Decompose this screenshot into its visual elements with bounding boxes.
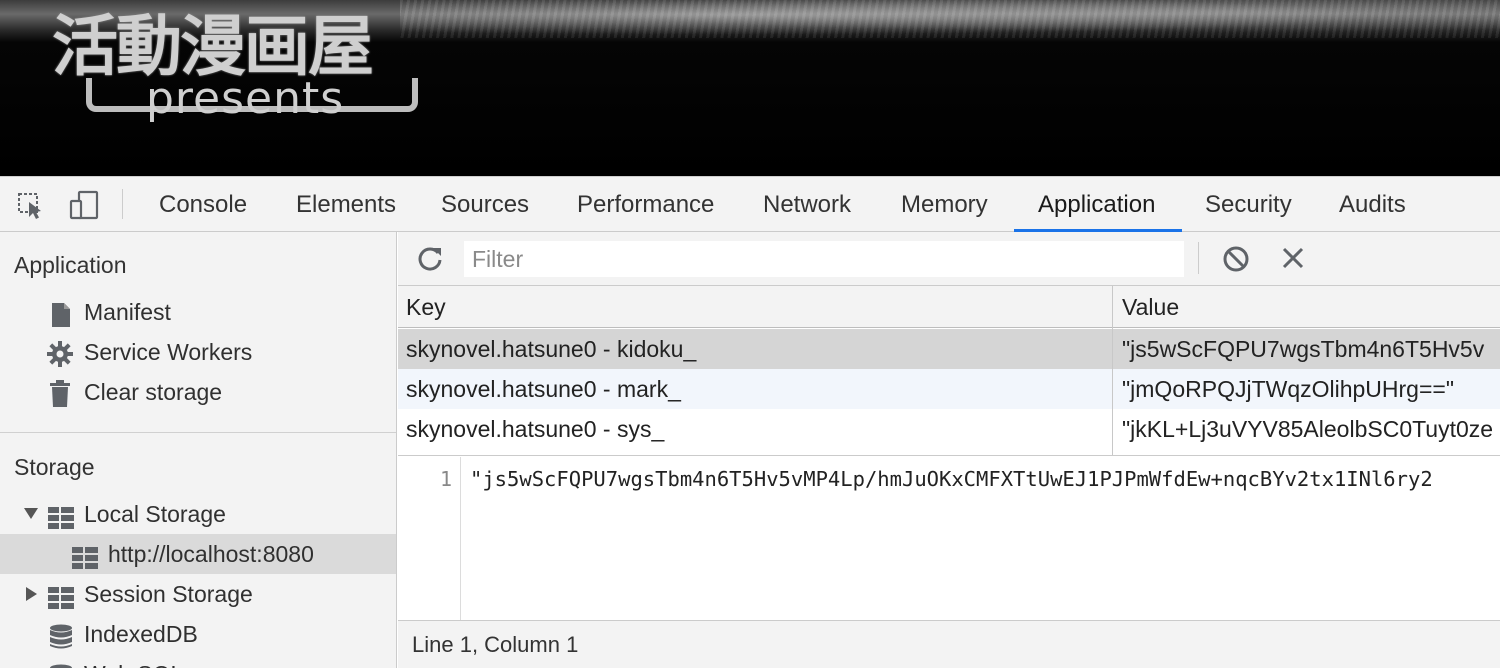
line-number: 1 xyxy=(439,467,452,491)
sidebar-item-label: http://localhost:8080 xyxy=(108,541,314,567)
sidebar-item-label: Clear storage xyxy=(84,379,223,405)
tab-performance[interactable]: Performance xyxy=(577,177,714,232)
grid-icon xyxy=(48,582,74,609)
banner-texture xyxy=(400,0,1500,38)
section-header-storage: Storage xyxy=(14,454,95,480)
storage-view: Key Value skynovel.hatsune0 - kidoku_ "j… xyxy=(398,232,1500,668)
column-header-key[interactable]: Key xyxy=(406,294,446,321)
status-bar: Line 1, Column 1 xyxy=(398,620,1500,668)
sidebar-item-indexeddb[interactable]: IndexedDB xyxy=(0,614,396,654)
filter-input[interactable] xyxy=(464,241,1184,277)
storage-toolbar xyxy=(398,232,1500,286)
grid-icon xyxy=(48,502,74,529)
grid-icon xyxy=(72,542,98,569)
table-row[interactable]: skynovel.hatsune0 - sys_ "jkKL+Lj3uVYV85… xyxy=(398,409,1500,449)
tab-security[interactable]: Security xyxy=(1205,177,1292,232)
toolbar-separator xyxy=(122,189,123,219)
sidebar-item-session-storage[interactable]: Session Storage xyxy=(0,574,396,614)
sidebar-item-label: IndexedDB xyxy=(84,621,198,647)
tab-audits[interactable]: Audits xyxy=(1339,177,1406,232)
sidebar-divider xyxy=(0,432,396,433)
line-gutter: 1 xyxy=(398,457,461,620)
section-header-application: Application xyxy=(14,252,127,278)
document-icon xyxy=(48,300,74,327)
gear-icon xyxy=(46,340,73,367)
application-sidebar: Application Manifest Service Workers Cle… xyxy=(0,232,397,668)
sidebar-item-local-storage[interactable]: Local Storage xyxy=(0,494,396,534)
page-banner: 活動漫画屋 presents xyxy=(0,0,1500,176)
clear-all-icon[interactable] xyxy=(1222,245,1250,273)
sidebar-item-manifest[interactable]: Manifest xyxy=(0,292,396,332)
sidebar-item-service-workers[interactable]: Service Workers xyxy=(0,332,396,372)
tab-elements[interactable]: Elements xyxy=(296,177,396,232)
database-icon xyxy=(48,662,74,668)
tab-network[interactable]: Network xyxy=(763,177,851,232)
sidebar-item-label: Web SQL xyxy=(84,654,183,668)
sidebar-item-label: Manifest xyxy=(84,299,171,325)
column-header-value[interactable]: Value xyxy=(1122,294,1179,321)
table-row[interactable]: skynovel.hatsune0 - kidoku_ "js5wScFQPU7… xyxy=(398,329,1500,369)
value-preview: 1 "js5wScFQPU7wgsTbm4n6T5Hv5vMP4Lp/hmJuO… xyxy=(398,457,1500,620)
table-header: Key Value xyxy=(398,286,1500,328)
tab-sources[interactable]: Sources xyxy=(441,177,529,232)
trash-icon xyxy=(48,380,74,407)
expand-triangle-icon[interactable] xyxy=(24,508,38,519)
row-value: "js5wScFQPU7wgsTbm4n6T5Hv5v xyxy=(1122,336,1485,362)
storage-table: Key Value skynovel.hatsune0 - kidoku_ "j… xyxy=(398,286,1500,456)
preview-code[interactable]: "js5wScFQPU7wgsTbm4n6T5Hv5vMP4Lp/hmJuOKx… xyxy=(470,467,1433,491)
sidebar-item-localhost-8080[interactable]: http://localhost:8080 xyxy=(0,534,396,574)
tab-console[interactable]: Console xyxy=(159,177,247,232)
expand-triangle-icon[interactable] xyxy=(26,587,37,601)
column-divider[interactable] xyxy=(1112,286,1113,455)
row-key: skynovel.hatsune0 - sys_ xyxy=(406,416,665,442)
database-icon xyxy=(48,622,74,649)
logo-subtitle: presents xyxy=(146,73,345,124)
inspect-element-icon[interactable] xyxy=(16,189,48,221)
sidebar-item-label: Session Storage xyxy=(84,581,253,607)
tab-memory[interactable]: Memory xyxy=(901,177,988,232)
sidebar-item-label: Service Workers xyxy=(84,339,253,365)
sidebar-item-label: Local Storage xyxy=(84,501,226,527)
table-row[interactable]: skynovel.hatsune0 - mark_ "jmQoRPQJjTWqz… xyxy=(398,369,1500,409)
row-key: skynovel.hatsune0 - mark_ xyxy=(406,376,681,402)
device-toolbar-icon[interactable] xyxy=(68,189,100,221)
row-value: "jmQoRPQJjTWqzOlihpUHrg==" xyxy=(1122,376,1455,402)
row-key: skynovel.hatsune0 - kidoku_ xyxy=(406,336,697,362)
devtools-tabbar: Console Elements Sources Performance Net… xyxy=(0,176,1500,232)
delete-selected-icon[interactable] xyxy=(1280,245,1306,271)
sidebar-item-clear-storage[interactable]: Clear storage xyxy=(0,372,396,412)
sidebar-item-web-sql[interactable]: Web SQL xyxy=(0,654,396,668)
row-value: "jkKL+Lj3uVYV85AleolbSC0Tuyt0ze xyxy=(1122,416,1494,442)
refresh-icon[interactable] xyxy=(416,245,444,273)
tab-application[interactable]: Application xyxy=(1038,177,1155,232)
toolbar-separator xyxy=(1198,242,1199,274)
